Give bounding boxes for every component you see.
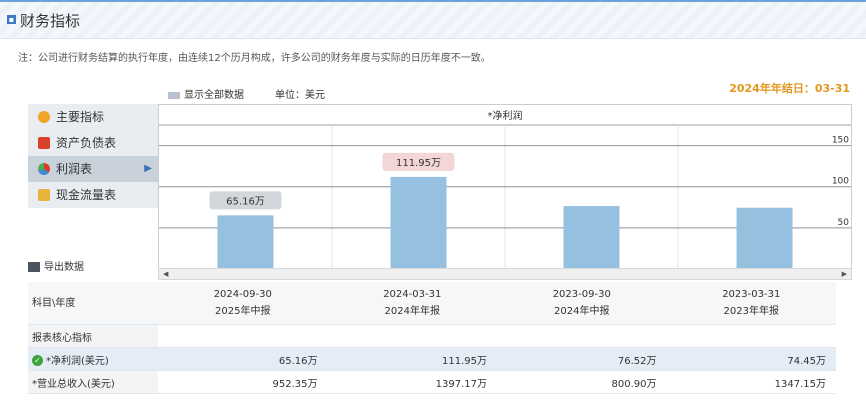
- row-label: *净利润(美元): [46, 355, 109, 367]
- fiscal-note: 注：公司进行财务结算的执行年度，由连续12个历月构成，许多公司的财务年度与实际的…: [18, 53, 491, 64]
- y-tick-label: 50: [838, 218, 850, 228]
- column-period: 2024年中报: [554, 306, 610, 317]
- net-profit-chart: *净利润 50 100 150 65.16万 111.95万: [158, 104, 852, 270]
- bar: [217, 215, 274, 269]
- data-label: 111.95万: [396, 158, 441, 169]
- sidebar-item-cash-flow[interactable]: 现金流量表: [28, 182, 158, 208]
- check-icon: ✓: [32, 355, 43, 366]
- table-cell: 952.35万: [158, 370, 328, 394]
- section-row: 报表核心指标: [28, 324, 836, 348]
- document-icon: [38, 137, 50, 149]
- section-header: ▪ 财务指标: [0, 0, 866, 39]
- table-cell: 76.52万: [497, 347, 667, 371]
- column-header[interactable]: 2024-09-30 2025年中报: [158, 282, 328, 325]
- financial-table: 科目\年度 2024-09-30 2025年中报 2024-03-31 2024年年…: [28, 282, 836, 394]
- empty-cell: [158, 324, 328, 348]
- bar: [390, 176, 447, 269]
- sidebar-item-label: 主要指标: [56, 110, 105, 124]
- column-period: 2024年年报: [384, 306, 440, 317]
- scroll-right-icon[interactable]: ▶: [842, 269, 847, 279]
- y-tick-label: 100: [832, 177, 849, 187]
- column-date: 2023-03-31: [722, 289, 781, 300]
- export-data-button[interactable]: 导出数据: [28, 258, 84, 273]
- sidebar-item-balance-sheet[interactable]: 资产负债表: [28, 130, 158, 156]
- section-marker-icon: ▪: [7, 15, 16, 24]
- column-header[interactable]: 2024-03-31 2024年年报: [327, 282, 497, 325]
- column-date: 2024-03-31: [383, 289, 442, 300]
- table-cell: 74.45万: [666, 347, 836, 371]
- chart-canvas: 50 100 150 65.16万 111.95万: [159, 124, 851, 269]
- section-label: 报表核心指标: [28, 324, 158, 348]
- column-date: 2023-09-30: [552, 289, 611, 300]
- sidebar-item-main-indicators[interactable]: 主要指标: [28, 104, 158, 130]
- column-period: 2023年年报: [723, 306, 779, 317]
- empty-cell: [666, 324, 836, 348]
- sidebar-item-label: 现金流量表: [56, 188, 117, 202]
- empty-cell: [327, 324, 497, 348]
- scroll-left-icon[interactable]: ◀: [163, 269, 168, 279]
- y-tick-label: 150: [832, 136, 849, 146]
- chevron-right-icon: ▶: [144, 163, 152, 174]
- table-cell: 1347.15万: [666, 370, 836, 394]
- chart-scrollbar[interactable]: ◀ ▶: [158, 268, 852, 280]
- show-all-label: 显示全部数据: [184, 90, 244, 101]
- unit-label: 单位：美元: [275, 90, 325, 101]
- table-header-row: 科目\年度 2024-09-30 2025年中报 2024-03-31 2024年年…: [28, 282, 836, 325]
- row-label-cell: ✓ *净利润(美元): [28, 347, 158, 371]
- fiscal-year-end: 2024年年结日：03-31: [729, 82, 850, 95]
- table-cell: 800.90万: [497, 370, 667, 394]
- table-cell: 1397.17万: [327, 370, 497, 394]
- table-cell: 65.16万: [158, 347, 328, 371]
- column-header[interactable]: 2023-09-30 2024年中报: [497, 282, 667, 325]
- sidebar-item-income-statement[interactable]: 利润表 ▶: [28, 156, 158, 182]
- export-icon: [28, 262, 40, 272]
- show-all-toggle[interactable]: 显示全部数据: [168, 86, 244, 101]
- empty-cell: [497, 324, 667, 348]
- table-row[interactable]: ✓ *净利润(美元) 65.16万 111.95万 76.52万 74.45万: [28, 347, 836, 371]
- table-row[interactable]: *营业总收入(美元) 952.35万 1397.17万 800.90万 1347…: [28, 370, 836, 394]
- pie-chart-icon: [38, 163, 50, 175]
- header-label: 科目\年度: [28, 282, 158, 325]
- table-cell: 111.95万: [327, 347, 497, 371]
- bar: [736, 207, 793, 269]
- export-label: 导出数据: [44, 262, 84, 273]
- toggle-icon: [168, 91, 180, 99]
- column-header[interactable]: 2023-03-31 2023年年报: [666, 282, 836, 325]
- column-date: 2024-09-30: [213, 289, 272, 300]
- report-sidebar: 主要指标 资产负债表 利润表 ▶ 现金流量表: [28, 104, 158, 208]
- coins-icon: [38, 189, 50, 201]
- data-label: 65.16万: [226, 196, 265, 207]
- bar: [563, 206, 620, 269]
- column-period: 2025年中报: [215, 306, 271, 317]
- section-title: 财务指标: [20, 12, 81, 30]
- sidebar-item-label: 资产负债表: [56, 136, 117, 150]
- row-label: *营业总收入(美元): [28, 370, 158, 394]
- sun-icon: [38, 111, 50, 123]
- sidebar-item-label: 利润表: [56, 162, 93, 176]
